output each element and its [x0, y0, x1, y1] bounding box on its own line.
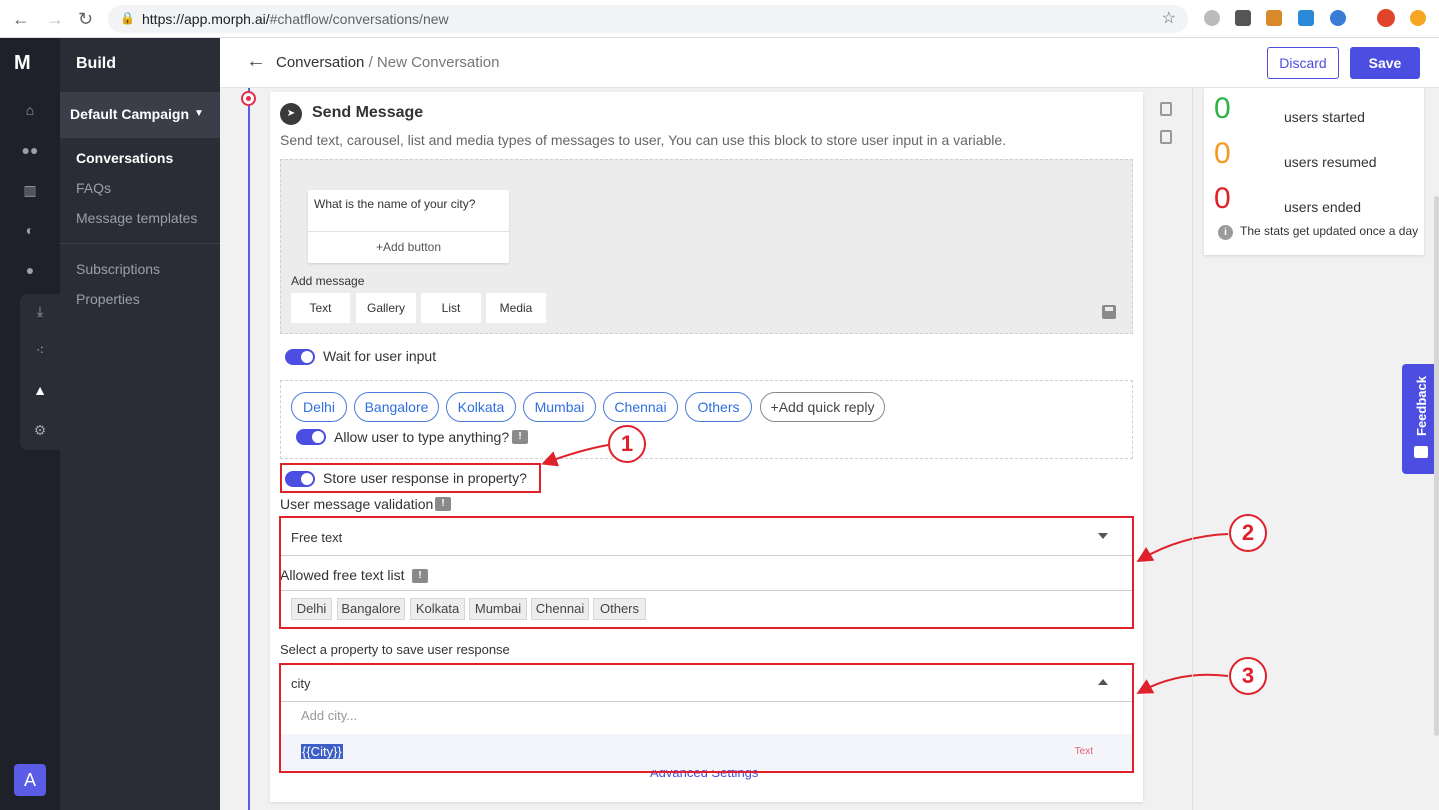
flow-timeline	[248, 88, 250, 810]
campaign-selector[interactable]: Default Campaign ▼	[60, 92, 220, 138]
allow-typing-label: Allow user to type anything?	[334, 429, 510, 445]
broadcast-icon[interactable]: ◐	[20, 220, 40, 240]
block-description: Send text, carousel, list and media type…	[280, 132, 1007, 148]
annotation-box-1	[280, 463, 541, 493]
send-icon: ➤	[280, 103, 302, 125]
extension-icon[interactable]	[1266, 10, 1282, 26]
build-icon[interactable]: ▲	[30, 380, 50, 400]
extension-icon[interactable]	[1235, 10, 1251, 26]
sidebar: Build Default Campaign ▼ Conversations F…	[60, 38, 220, 810]
user-avatar[interactable]: A	[14, 764, 46, 796]
back-arrow-icon[interactable]: ←	[246, 50, 266, 73]
analytics-icon[interactable]: ▥	[20, 180, 40, 200]
extension-icon[interactable]	[1330, 10, 1346, 26]
url-text: https://app.morph.ai/#chatflow/conversat…	[142, 11, 449, 27]
home-icon[interactable]: ⌂	[20, 100, 40, 120]
breadcrumb-root[interactable]: Conversation	[276, 54, 364, 71]
sidebar-item-message-templates[interactable]: Message templates	[76, 210, 197, 226]
sidebar-title: Build	[76, 55, 116, 72]
annotation-box-2	[279, 516, 1134, 629]
property-label: Select a property to save user response	[280, 642, 510, 657]
integrations-icon[interactable]: ⁖	[30, 340, 50, 360]
validation-label: User message validation	[280, 496, 434, 512]
discard-button[interactable]: Discard	[1267, 47, 1339, 79]
reload-icon[interactable]: ↻	[78, 9, 93, 30]
wait-input-toggle[interactable]	[285, 349, 315, 365]
forward-icon[interactable]: →	[46, 9, 64, 30]
ended-label: users ended	[1284, 199, 1362, 215]
address-bar[interactable]: 🔒 https://app.morph.ai/#chatflow/convers…	[108, 5, 1188, 33]
quick-reply-chip[interactable]: Kolkata	[446, 392, 516, 422]
stats-note: The stats get updated once a day	[1240, 224, 1419, 238]
page-header: ← Conversation / New Conversation Discar…	[220, 38, 1439, 88]
quick-reply-chip[interactable]: Mumbai	[523, 392, 596, 422]
breadcrumb-separator: /	[368, 54, 373, 71]
message-bubble[interactable]: What is the name of your city? +Add butt…	[308, 190, 509, 263]
feedback-icon	[1414, 446, 1428, 458]
timeline-node[interactable]	[241, 91, 256, 106]
breadcrumb: Conversation / New Conversation	[276, 54, 499, 71]
icon-rail: M ⌂ ●● ▥ ◐ ● ⤓ ⁖ ▲ ⚙ A	[0, 38, 60, 810]
ended-count: 0	[1214, 182, 1231, 215]
quick-reply-chip[interactable]: Delhi	[291, 392, 347, 422]
browser-toolbar: ← → ↻ 🔒 https://app.morph.ai/#chatflow/c…	[0, 0, 1439, 38]
back-icon[interactable]: ←	[12, 9, 30, 30]
help-icon[interactable]: !	[435, 497, 451, 511]
add-quick-reply-button[interactable]: +Add quick reply	[760, 392, 885, 422]
quick-reply-chip[interactable]: Chennai	[603, 392, 678, 422]
profile-icon[interactable]: ●	[20, 260, 40, 280]
panel-divider	[1192, 88, 1193, 810]
lock-icon: 🔒	[120, 11, 135, 25]
delete-icon[interactable]	[1160, 102, 1172, 116]
sidebar-item-conversations[interactable]: Conversations	[76, 150, 173, 166]
add-button-link[interactable]: +Add button	[308, 240, 509, 254]
resumed-label: users resumed	[1284, 154, 1377, 170]
annotation-marker: 2	[1229, 514, 1267, 552]
campaign-name: Default Campaign	[70, 106, 190, 122]
help-icon[interactable]: !	[512, 430, 528, 444]
update-icon[interactable]	[1410, 10, 1426, 26]
save-button[interactable]: Save	[1350, 47, 1420, 79]
quick-reply-chip[interactable]: Others	[685, 392, 752, 422]
wait-input-label: Wait for user input	[323, 348, 437, 364]
info-icon: i	[1218, 225, 1233, 240]
quick-reply-chip[interactable]: Bangalore	[354, 392, 439, 422]
sidebar-item-faqs[interactable]: FAQs	[76, 180, 111, 196]
block-title: Send Message	[312, 104, 424, 121]
started-count: 0	[1214, 92, 1231, 125]
annotation-marker: 3	[1229, 657, 1267, 695]
chevron-down-icon: ▼	[194, 108, 204, 119]
save-disk-icon[interactable]	[1102, 305, 1116, 319]
morph-logo-icon[interactable]: M	[14, 52, 31, 75]
quick-replies-area: Delhi Bangalore Kolkata Mumbai Chennai O…	[280, 380, 1133, 459]
annotation-box-3	[279, 663, 1134, 773]
sidebar-item-subscriptions[interactable]: Subscriptions	[76, 261, 160, 277]
gallery-type-button[interactable]: Gallery	[356, 293, 416, 323]
media-type-button[interactable]: Media	[486, 293, 546, 323]
add-message-label: Add message	[291, 274, 365, 288]
bookmark-star-icon[interactable]: ☆	[1162, 8, 1176, 28]
breadcrumb-current: New Conversation	[376, 54, 500, 71]
sidebar-item-properties[interactable]: Properties	[76, 291, 140, 307]
extension-icon[interactable]	[1204, 10, 1220, 26]
scrollbar[interactable]	[1434, 196, 1439, 736]
copy-icon[interactable]	[1160, 130, 1172, 144]
users-icon[interactable]: ●●	[20, 140, 40, 160]
message-editor: What is the name of your city? +Add butt…	[280, 159, 1133, 334]
text-type-button[interactable]: Text	[291, 293, 350, 323]
download-icon[interactable]: ⤓	[30, 301, 50, 321]
profile-avatar-icon[interactable]	[1377, 9, 1395, 27]
annotation-marker: 1	[608, 425, 646, 463]
allow-typing-toggle[interactable]	[296, 429, 326, 445]
sidebar-divider	[60, 243, 220, 244]
feedback-label: Feedback	[1414, 376, 1429, 436]
bubble-text[interactable]: What is the name of your city?	[314, 197, 475, 211]
settings-icon[interactable]: ⚙	[30, 420, 50, 440]
resumed-count: 0	[1214, 137, 1231, 170]
extension-icon[interactable]	[1298, 10, 1314, 26]
started-label: users started	[1284, 109, 1365, 125]
list-type-button[interactable]: List	[421, 293, 481, 323]
stats-panel: 0 users started 0 users resumed 0 users …	[1204, 88, 1424, 255]
bubble-divider	[308, 231, 509, 232]
